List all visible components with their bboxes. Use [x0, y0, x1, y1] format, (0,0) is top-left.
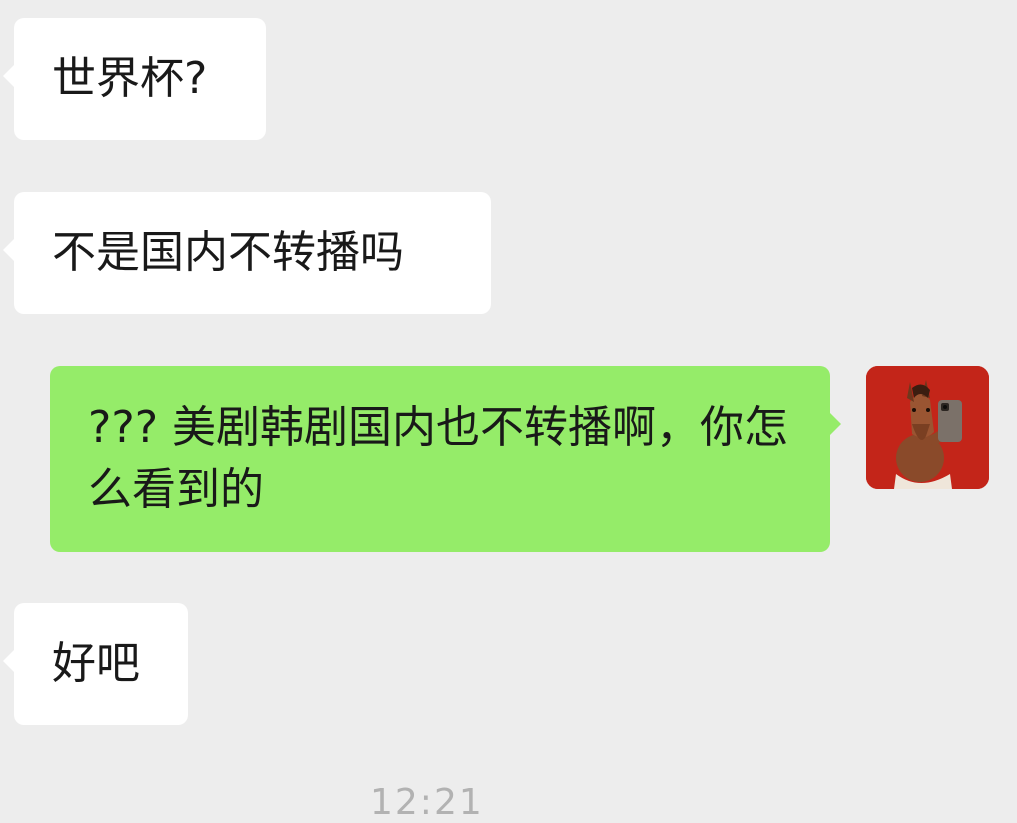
incoming-message-bubble[interactable]: 好吧 [3, 603, 188, 725]
message-text: 好吧 [52, 638, 140, 689]
outgoing-message-bubble[interactable]: ??? 美剧韩剧国内也不转播啊，你怎么看到的 [50, 366, 841, 552]
incoming-message-bubble[interactable]: 不是国内不转播吗 [3, 192, 491, 314]
message-text: 世界杯? [52, 53, 208, 104]
horse-selfie-avatar-icon [866, 366, 989, 489]
incoming-message-bubble[interactable]: 世界杯? [3, 18, 266, 140]
message-text: ??? 美剧韩剧国内也不转播啊，你怎么看到的 [88, 402, 789, 515]
message-text: 不是国内不转播吗 [52, 227, 404, 278]
message-timestamp: 12:21 [370, 782, 484, 823]
user-avatar[interactable] [866, 366, 989, 489]
